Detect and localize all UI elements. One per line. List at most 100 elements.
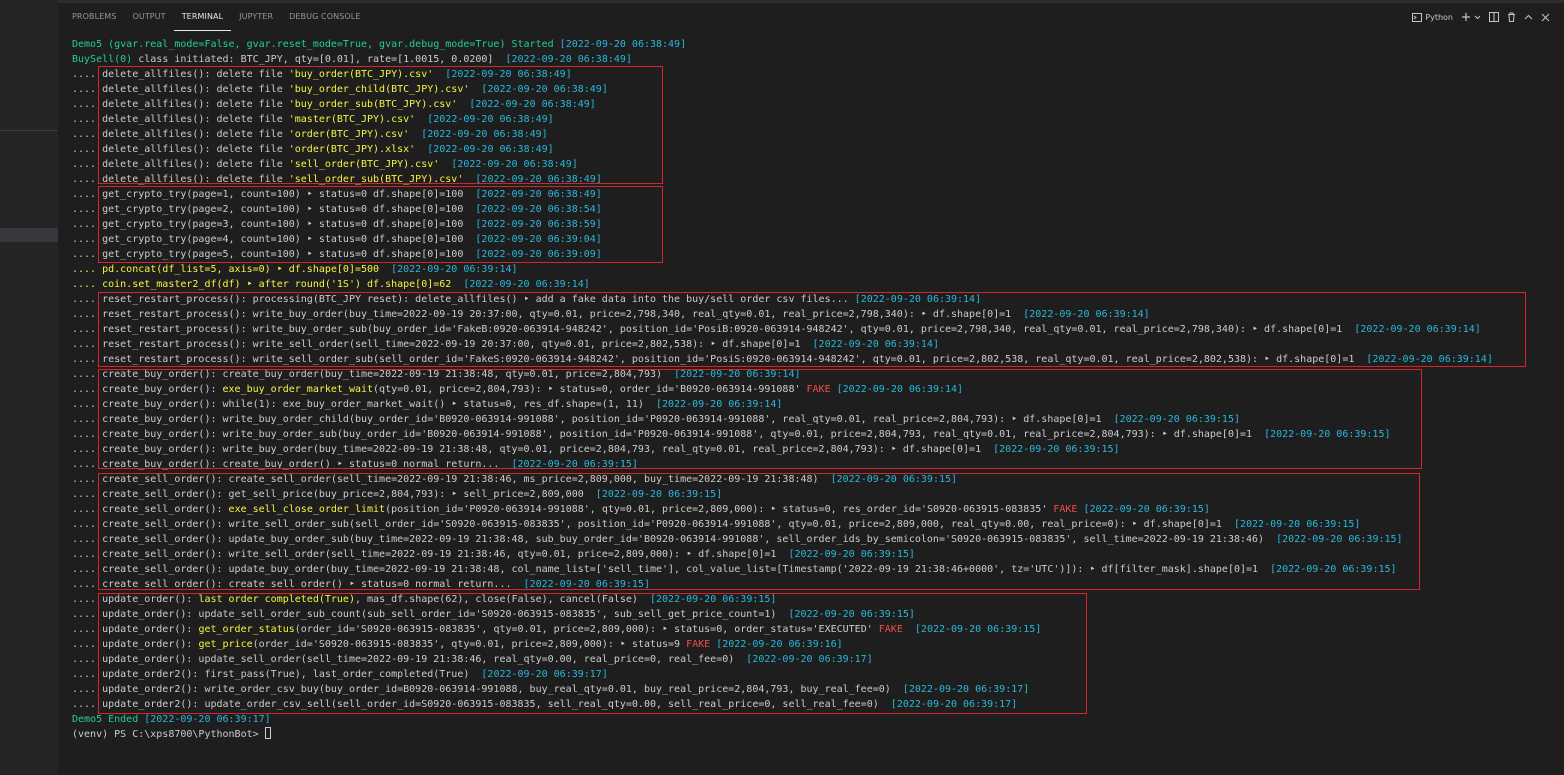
close-panel-button[interactable] [1541,13,1550,22]
timestamp: [2022-09-20 06:39:15] [830,474,958,485]
log-text: .... update_order(): update_sell_order(s… [72,654,747,665]
log-text: 'sell_order(BTC_JPY).csv' [288,159,440,170]
terminal-line: .... create_sell_order(): create_sell_or… [72,577,1564,592]
fake-flag: FAKE [878,624,903,635]
terminal-line: .... delete_allfiles(): delete file 'sel… [72,157,1564,172]
log-text: .... create_buy_order(): while(1): exe_b… [72,399,656,410]
log-text: .... get_crypto_try(page=2, count=100) ‣… [72,204,476,215]
log-text: .... delete_allfiles(): delete file [72,99,289,110]
fake-flag: FAKE [686,639,711,650]
log-text: (order_id='S0920-063915-083835', qty=0.0… [294,624,879,635]
tab-terminal[interactable]: TERMINAL [173,3,232,31]
terminal-line: .... delete_allfiles(): delete file 'buy… [72,82,1564,97]
log-text: .... reset_restart_process(): write_sell… [72,354,1367,365]
terminal-line: .... create_buy_order(): write_buy_order… [72,427,1564,442]
log-text: .... delete_allfiles(): delete file [72,159,289,170]
kill-terminal-button[interactable] [1507,12,1516,22]
log-text: .... create_sell_order(): get_sell_price… [72,489,596,500]
log-text: .... reset_restart_process(): write_sell… [72,339,813,350]
terminal-line: .... create_buy_order(): write_buy_order… [72,442,1564,457]
split-icon [1489,12,1499,22]
log-text: exe_sell_close_order_limit [228,504,386,515]
terminal-line: .... create_buy_order(): while(1): exe_b… [72,397,1564,412]
log-text: last order completed(True) [198,594,355,605]
tab-problems[interactable]: PROBLEMS [72,3,124,31]
log-text: .... create_sell_order(): create_sell_or… [72,474,831,485]
log-text: .... reset_restart_process(): write_buy_… [72,309,1024,320]
log-text: .... update_order(): [72,639,199,650]
tab-jupyter[interactable]: JUPYTER [231,3,281,31]
timestamp: [2022-09-20 06:39:17] [481,669,608,680]
log-text: .... create_sell_order(): write_sell_ord… [72,519,1234,530]
log-text: .... coin.set_master2_df(df) ‣ after rou… [72,279,464,290]
log-text: .... update_order(): [72,594,199,605]
log-text: .... delete_allfiles(): delete file [72,174,289,185]
timestamp: [2022-09-20 06:38:59] [475,219,602,230]
timestamp: [2022-09-20 06:38:49] [427,114,554,125]
terminal-line: .... get_crypto_try(page=5, count=100) ‣… [72,247,1564,262]
log-text: .... delete_allfiles(): delete file [72,144,289,155]
timestamp: [2022-09-20 06:38:49] [559,39,687,50]
terminal-line: (venv) PS C:\xps8700\PythonBot> [72,727,1564,742]
log-text: .... get_crypto_try(page=3, count=100) ‣… [72,219,476,230]
terminal-line: .... update_order(): get_order_status(or… [72,622,1564,637]
tab-output[interactable]: OUTPUT [124,3,173,31]
terminal-line: .... reset_restart_process(): write_buy_… [72,307,1564,322]
terminal-line: .... update_order(): get_price(order_id=… [72,637,1564,652]
terminal-cursor[interactable] [264,727,271,739]
log-text: get_price [198,639,253,650]
timestamp: [2022-09-20 06:38:49] [445,69,572,80]
terminal-line: .... create_buy_order(): create_buy_orde… [72,367,1564,382]
timestamp: [2022-09-20 06:39:15] [1233,519,1361,530]
terminal-output[interactable]: Demo5 (gvar.real_mode=False, gvar.reset_… [72,37,1564,742]
terminal-line: .... coin.set_master2_df(df) ‣ after rou… [72,277,1564,292]
timestamp: [2022-09-20 06:39:14] [674,369,801,380]
fake-flag: FAKE [806,384,831,395]
terminal-line: .... create_buy_order(): exe_buy_order_m… [72,382,1564,397]
log-text: exe_buy_order_market_wait [222,384,374,395]
timestamp: [2022-09-20 06:39:15] [788,549,915,560]
sidebar-selected-row[interactable] [0,228,58,242]
timestamp: [2022-09-20 06:39:14] [391,264,518,275]
terminal-line: .... pd.concat(df_list=5, axis=0) ‣ df.s… [72,262,1564,277]
log-text: .... create_buy_order(): create_buy_orde… [72,369,675,380]
terminal-line: BuySell(0) class initiated: BTC_JPY, qty… [72,52,1564,67]
log-text: .... create_sell_order(): update_buy_ord… [72,564,1271,575]
new-terminal-button[interactable] [1461,12,1481,22]
log-text: , mas_df.shape(62), close(False), cancel… [354,594,650,605]
timestamp: [2022-09-20 06:39:14] [1023,309,1150,320]
terminal-selector[interactable]: Python [1412,12,1453,22]
terminal-line: .... create_sell_order(): write_sell_ord… [72,547,1564,562]
terminal-line: .... get_crypto_try(page=2, count=100) ‣… [72,202,1564,217]
log-text: .... create_sell_order(): write_sell_ord… [72,549,789,560]
log-text: .... delete_allfiles(): delete file [72,84,289,95]
log-text: .... reset_restart_process(): processing… [72,294,855,305]
fake-flag: FAKE [1053,504,1078,515]
log-text: 'buy_order_sub(BTC_JPY).csv' [288,99,458,110]
log-text: Demo5 Ended [72,714,145,725]
maximize-panel-button[interactable] [1524,13,1533,22]
log-text: 'master(BTC_JPY).csv' [288,114,416,125]
split-terminal-button[interactable] [1489,12,1499,22]
tab-debug-console[interactable]: DEBUG CONSOLE [281,3,368,31]
panel-actions: Python [1412,9,1550,25]
timestamp: [2022-09-20 06:38:54] [475,204,602,215]
terminal-line: Demo5 (gvar.real_mode=False, gvar.reset_… [72,37,1564,52]
terminal-line: .... update_order(): last order complete… [72,592,1564,607]
log-text: .... update_order2(): write_order_csv_bu… [72,684,903,695]
timestamp: [2022-09-20 06:38:49] [505,54,632,65]
terminal-icon [1412,12,1423,22]
timestamp: [2022-09-20 06:38:49] [427,144,554,155]
timestamp: [2022-09-20 06:38:49] [451,159,578,170]
timestamp: [2022-09-20 06:38:49] [469,99,596,110]
timestamp: [2022-09-20 06:39:15] [1270,564,1397,575]
timestamp: [2022-09-20 06:39:15] [1264,429,1391,440]
timestamp: [2022-09-20 06:39:14] [656,399,783,410]
timestamp: [2022-09-20 06:39:14] [836,384,964,395]
log-text: .... create_buy_order(): write_buy_order… [72,444,994,455]
